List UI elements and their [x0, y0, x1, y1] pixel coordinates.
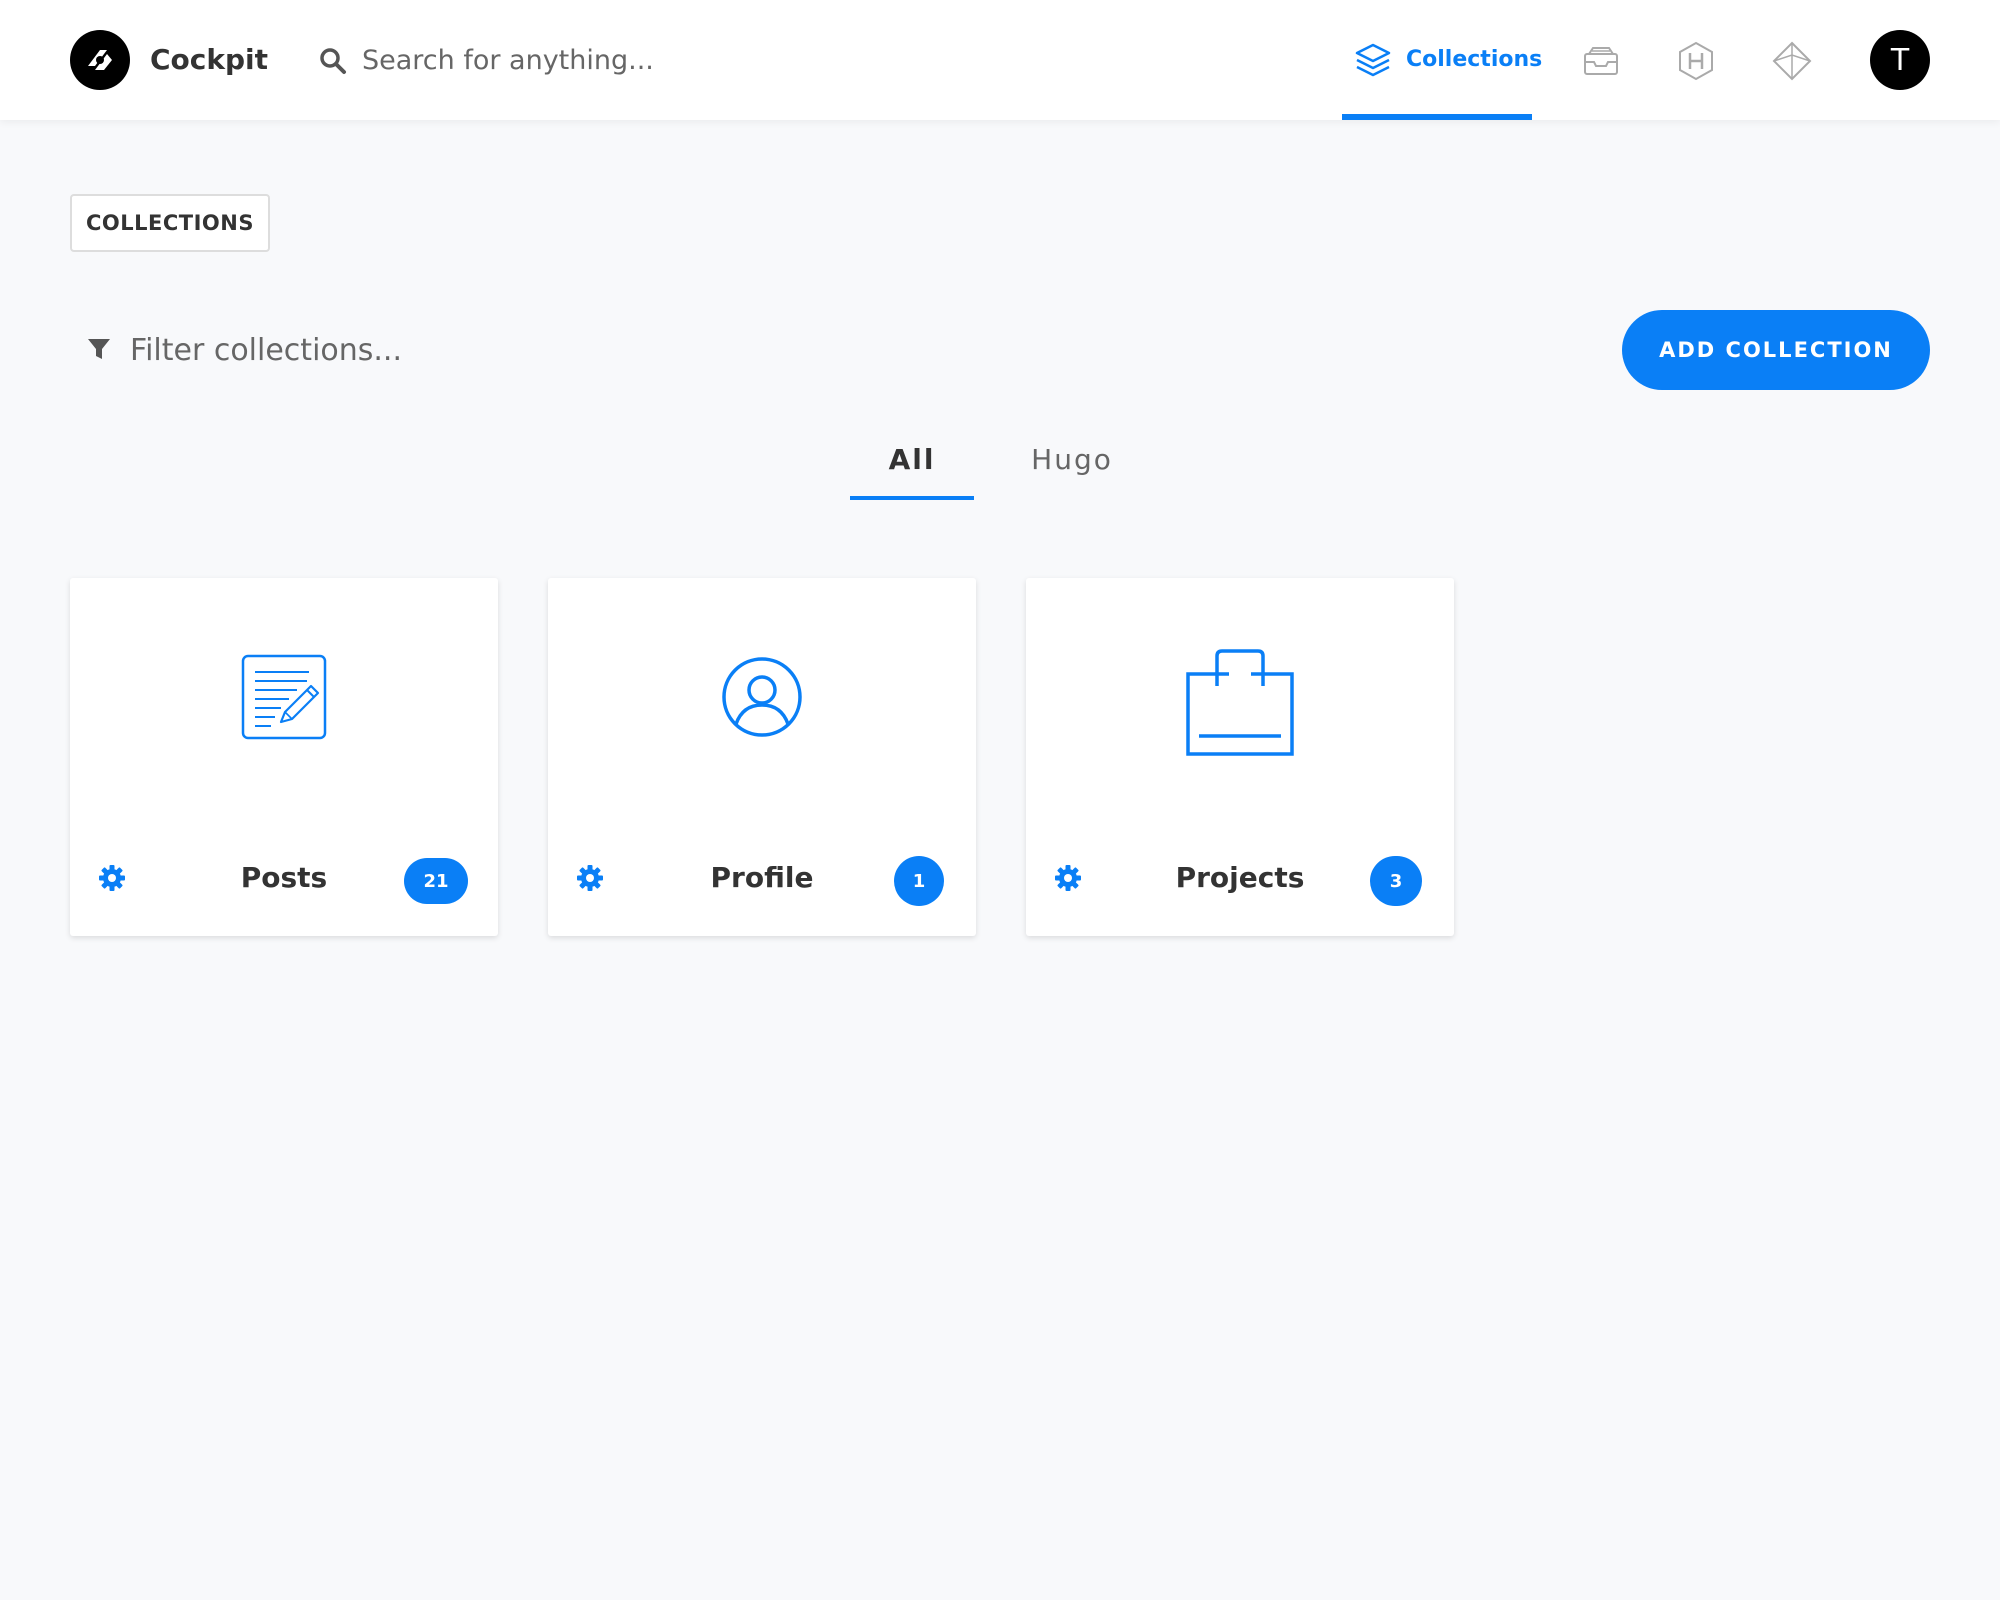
count-badge: 21: [404, 858, 468, 904]
tab-hugo[interactable]: Hugo: [1010, 436, 1134, 500]
nav-collections[interactable]: Collections: [1342, 0, 1542, 120]
filter-input[interactable]: [130, 328, 730, 372]
collection-title: Profile: [710, 861, 814, 894]
app-name[interactable]: Cockpit: [150, 40, 268, 80]
add-collection-button[interactable]: ADD COLLECTION: [1622, 310, 1930, 390]
layers-icon: [1355, 43, 1391, 77]
search-icon: [320, 48, 346, 74]
inbox-icon[interactable]: [1580, 40, 1622, 82]
top-bar: Cockpit Collections T: [0, 0, 2000, 120]
collection-card-posts[interactable]: Posts 21: [70, 578, 498, 936]
bag-icon: [1186, 649, 1294, 756]
count-badge: 1: [894, 856, 944, 906]
gear-icon[interactable]: [1054, 864, 1082, 892]
search-input[interactable]: [362, 40, 762, 80]
tab-all[interactable]: All: [850, 436, 974, 500]
cockpit-logo[interactable]: [70, 30, 130, 90]
hugo-icon[interactable]: [1675, 40, 1717, 82]
document-edit-icon: [241, 654, 327, 740]
gear-icon[interactable]: [98, 864, 126, 892]
breadcrumb[interactable]: COLLECTIONS: [70, 194, 270, 252]
user-circle-icon: [722, 657, 802, 737]
count-badge: 3: [1370, 856, 1422, 906]
nav-collections-label: Collections: [1406, 47, 1543, 72]
logo-mark-icon: [88, 50, 112, 70]
gear-icon[interactable]: [576, 864, 604, 892]
collection-card-projects[interactable]: Projects 3: [1026, 578, 1454, 936]
collection-card-profile[interactable]: Profile 1: [548, 578, 976, 936]
user-avatar[interactable]: T: [1870, 30, 1930, 90]
collection-title: Posts: [240, 861, 328, 894]
filter-icon: [88, 339, 110, 359]
diamond-icon[interactable]: [1771, 40, 1813, 82]
collection-title: Projects: [1175, 861, 1305, 894]
